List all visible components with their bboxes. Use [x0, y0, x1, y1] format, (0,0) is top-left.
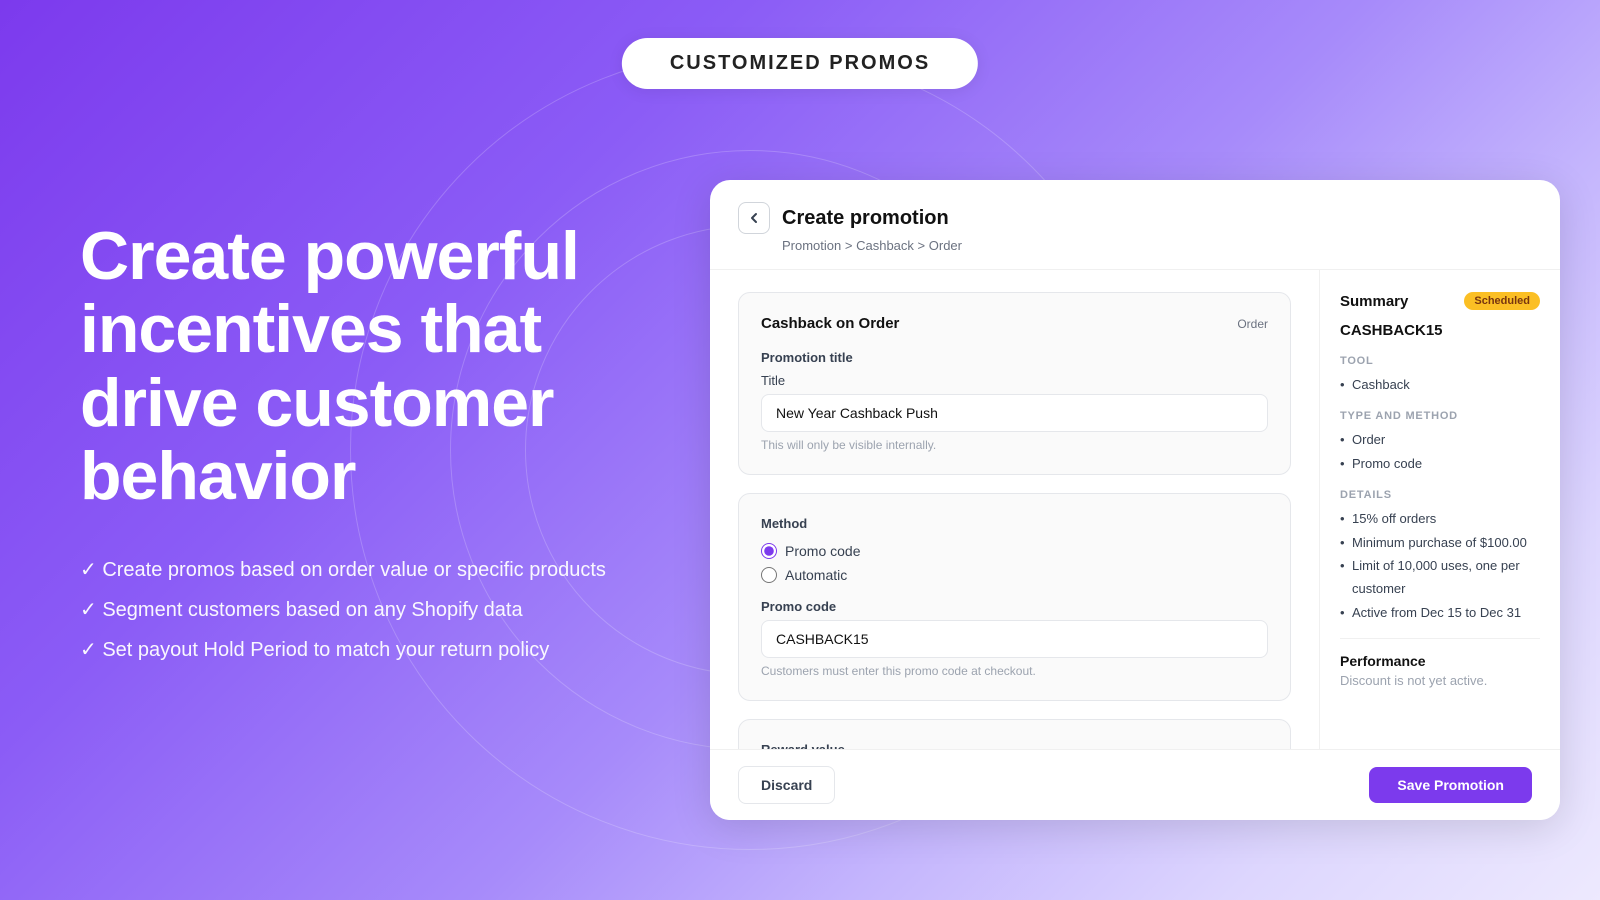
- promo-code-hint: Customers must enter this promo code at …: [761, 664, 1268, 678]
- radio-promo-code-input[interactable]: [761, 543, 777, 559]
- hero-headline: Create powerful incentives that drive cu…: [80, 220, 640, 514]
- radio-automatic[interactable]: Automatic: [761, 567, 1268, 583]
- summary-tool-list: Cashback: [1340, 373, 1540, 396]
- summary-details-label: DETAILS: [1340, 489, 1540, 501]
- breadcrumb-sep-1: >: [845, 238, 856, 253]
- panel-header: Create promotion Promotion > Cashback > …: [710, 180, 1560, 270]
- method-radio-group: Promo code Automatic: [761, 543, 1268, 583]
- reward-section-card: Reward value Percentage Fixed amount %: [738, 719, 1291, 749]
- discard-button[interactable]: Discard: [738, 766, 835, 804]
- breadcrumb-sep-2: >: [918, 238, 929, 253]
- hero-bullet-3: Set payout Hold Period to match your ret…: [80, 630, 640, 670]
- summary-divider: [1340, 638, 1540, 639]
- panel-title: Create promotion: [782, 207, 949, 230]
- performance-text: Discount is not yet active.: [1340, 673, 1540, 688]
- promotion-title-label: Promotion title: [761, 350, 1268, 365]
- panel-header-row: Create promotion: [738, 202, 1532, 234]
- hero-bullet-2: Segment customers based on any Shopify d…: [80, 590, 640, 630]
- summary-type-list: Order Promo code: [1340, 428, 1540, 475]
- promo-code-input[interactable]: [761, 620, 1268, 658]
- cashback-section-card: Cashback on Order Order Promotion title …: [738, 292, 1291, 475]
- method-section-card: Method Promo code Automatic Promo code C…: [738, 493, 1291, 701]
- cashback-badge: Order: [1237, 317, 1268, 331]
- title-field-label: Title: [761, 373, 1268, 388]
- breadcrumb-item-3: Order: [929, 238, 962, 253]
- summary-type-item-2: Promo code: [1340, 452, 1540, 475]
- performance-title: Performance: [1340, 653, 1540, 669]
- promotion-title-group: Promotion title Title This will only be …: [761, 350, 1268, 452]
- title-field-hint: This will only be visible internally.: [761, 438, 1268, 452]
- promo-code-label: Promo code: [761, 599, 1268, 614]
- top-badge-label: CUSTOMIZED PROMOS: [670, 52, 930, 74]
- hero-bullet-1: Create promos based on order value or sp…: [80, 550, 640, 590]
- summary-type-label: TYPE AND METHOD: [1340, 410, 1540, 422]
- cashback-card-title: Cashback on Order: [761, 315, 899, 332]
- summary-title: Summary: [1340, 293, 1408, 310]
- status-badge: Scheduled: [1464, 292, 1540, 310]
- radio-promo-code-label: Promo code: [785, 543, 860, 559]
- summary-tool-label: TOOL: [1340, 355, 1540, 367]
- method-label: Method: [761, 516, 1268, 531]
- breadcrumb: Promotion > Cashback > Order: [782, 238, 1532, 253]
- summary-details-item-1: 15% off orders: [1340, 507, 1540, 530]
- summary-sidebar: Summary Scheduled CASHBACK15 TOOL Cashba…: [1320, 270, 1560, 749]
- cashback-card-header: Cashback on Order Order: [761, 315, 1268, 332]
- breadcrumb-item-1: Promotion: [782, 238, 841, 253]
- save-promotion-button[interactable]: Save Promotion: [1369, 767, 1532, 803]
- form-area: Cashback on Order Order Promotion title …: [710, 270, 1320, 749]
- summary-details-list: 15% off orders Minimum purchase of $100.…: [1340, 507, 1540, 624]
- radio-automatic-input[interactable]: [761, 567, 777, 583]
- main-panel: Create promotion Promotion > Cashback > …: [710, 180, 1560, 820]
- panel-body: Cashback on Order Order Promotion title …: [710, 270, 1560, 749]
- summary-header-row: Summary Scheduled: [1340, 292, 1540, 310]
- top-badge: CUSTOMIZED PROMOS: [622, 38, 978, 89]
- summary-type-item-1: Order: [1340, 428, 1540, 451]
- summary-details-item-4: Active from Dec 15 to Dec 31: [1340, 601, 1540, 624]
- radio-promo-code[interactable]: Promo code: [761, 543, 1268, 559]
- summary-tool-item-1: Cashback: [1340, 373, 1540, 396]
- radio-automatic-label: Automatic: [785, 567, 847, 583]
- reward-label: Reward value: [761, 742, 1268, 749]
- summary-details-item-2: Minimum purchase of $100.00: [1340, 531, 1540, 554]
- back-button[interactable]: [738, 202, 770, 234]
- hero-bullets: Create promos based on order value or sp…: [80, 550, 640, 670]
- title-field-input[interactable]: [761, 394, 1268, 432]
- breadcrumb-item-2: Cashback: [856, 238, 914, 253]
- promo-name: CASHBACK15: [1340, 322, 1540, 339]
- summary-details-item-3: Limit of 10,000 uses, one per customer: [1340, 554, 1540, 601]
- hero-section: Create powerful incentives that drive cu…: [80, 220, 640, 670]
- panel-footer: Discard Save Promotion: [710, 749, 1560, 820]
